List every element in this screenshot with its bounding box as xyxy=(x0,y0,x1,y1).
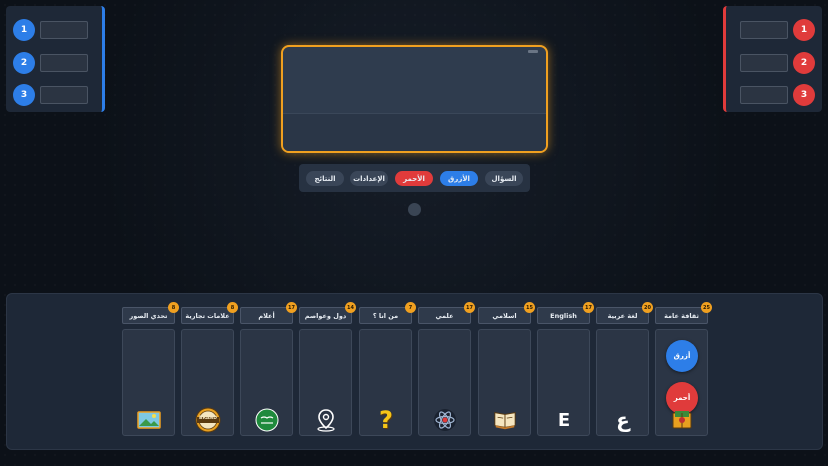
category-column-science[interactable] xyxy=(418,329,471,436)
category-column-islamic[interactable] xyxy=(478,329,531,436)
brand-badge-text: BRAND xyxy=(199,416,217,421)
category-count-badge: 15 xyxy=(524,302,535,313)
category-column-countries[interactable] xyxy=(299,329,352,436)
blue-team-panel: 1 2 3 xyxy=(6,6,105,112)
red-team-slot-3[interactable] xyxy=(740,86,788,104)
blue-team-slot-1[interactable] xyxy=(40,21,88,39)
red-team-row-1: 1 xyxy=(726,19,822,41)
question-mark-glyph: ? xyxy=(379,406,393,434)
arabic-letter-glyph: ع xyxy=(616,408,630,432)
category-label-english[interactable]: English xyxy=(537,307,590,324)
category-label-islamic[interactable]: اسلامي xyxy=(478,307,531,324)
category-column-flags[interactable] xyxy=(240,329,293,436)
red-team-slot-1[interactable] xyxy=(740,21,788,39)
red-team-number-1[interactable]: 1 xyxy=(793,19,815,41)
blue-team-number-3[interactable]: 3 xyxy=(13,84,35,106)
category-column-who-am-i[interactable]: ? xyxy=(359,329,412,436)
picture-icon xyxy=(137,408,161,432)
status-dot xyxy=(408,203,421,216)
map-pin-icon xyxy=(314,408,338,432)
results-button[interactable]: النتائج xyxy=(306,171,344,186)
red-team-panel: 1 2 3 xyxy=(723,6,822,112)
brand-badge-icon: BRAND xyxy=(195,407,221,433)
category-count-badge: 14 xyxy=(345,302,356,313)
blue-team-number-1[interactable]: 1 xyxy=(13,19,35,41)
blue-team-pick-button[interactable]: أزرق xyxy=(666,340,698,372)
category-count-badge: 17 xyxy=(286,302,297,313)
control-bar: النتائج الإعدادات الأحمر الأزرق السؤال xyxy=(299,164,530,192)
category-count-badge: 8 xyxy=(168,302,179,313)
category-column-picture-challenge[interactable] xyxy=(122,329,175,436)
category-column-brands[interactable]: BRAND xyxy=(181,329,234,436)
atom-icon xyxy=(433,408,457,432)
category-label-flags[interactable]: أعلام xyxy=(240,307,293,324)
red-team-row-2: 2 xyxy=(726,52,822,74)
category-count-badge: 20 xyxy=(642,302,653,313)
screen-indicator xyxy=(528,50,538,53)
category-label-science[interactable]: علمي xyxy=(418,307,471,324)
flag-icon xyxy=(255,408,279,432)
blue-team-row-2: 2 xyxy=(6,52,102,74)
arabic-letter-icon: ع xyxy=(611,408,635,432)
quran-icon xyxy=(493,408,517,432)
category-count-badge: 25 xyxy=(701,302,712,313)
category-count-badge: 17 xyxy=(583,302,594,313)
category-board: ثقافة عامة 25 أزرق أحمر لغة عربية 20 ع E… xyxy=(6,293,823,450)
blue-team-number-2[interactable]: 2 xyxy=(13,52,35,74)
question-button[interactable]: السؤال xyxy=(485,171,523,186)
category-column-english[interactable]: E xyxy=(537,329,590,436)
blue-team-row-3: 3 xyxy=(6,84,102,106)
red-team-number-2[interactable]: 2 xyxy=(793,52,815,74)
settings-button[interactable]: الإعدادات xyxy=(350,171,388,186)
category-label-brands[interactable]: علامات تجارية xyxy=(181,307,234,324)
category-label-picture-challenge[interactable]: تحدي الصور xyxy=(122,307,175,324)
red-team-slot-2[interactable] xyxy=(740,54,788,72)
blue-team-row-1: 1 xyxy=(6,19,102,41)
red-team-number-3[interactable]: 3 xyxy=(793,84,815,106)
category-label-general[interactable]: ثقافة عامة xyxy=(655,307,708,324)
letter-e-icon: E xyxy=(552,408,576,432)
category-count-badge: 17 xyxy=(464,302,475,313)
category-label-arabic[interactable]: لغة عربية xyxy=(596,307,649,324)
question-mark-icon: ? xyxy=(374,406,398,434)
category-column-general[interactable]: أزرق أحمر xyxy=(655,329,708,436)
category-label-who-am-i[interactable]: من انا ؟ xyxy=(359,307,412,324)
category-label-countries[interactable]: دول وعواصم xyxy=(299,307,352,324)
category-count-badge: 8 xyxy=(227,302,238,313)
answer-area xyxy=(283,113,546,151)
red-team-button[interactable]: الأحمر xyxy=(395,171,433,186)
blue-team-slot-2[interactable] xyxy=(40,54,88,72)
letter-e-glyph: E xyxy=(557,409,571,431)
blue-team-button[interactable]: الأزرق xyxy=(440,171,478,186)
category-column-arabic[interactable]: ع xyxy=(596,329,649,436)
red-team-row-3: 3 xyxy=(726,84,822,106)
blue-team-slot-3[interactable] xyxy=(40,86,88,104)
question-screen xyxy=(281,45,548,153)
book-icon xyxy=(670,408,694,432)
category-count-badge: 7 xyxy=(405,302,416,313)
